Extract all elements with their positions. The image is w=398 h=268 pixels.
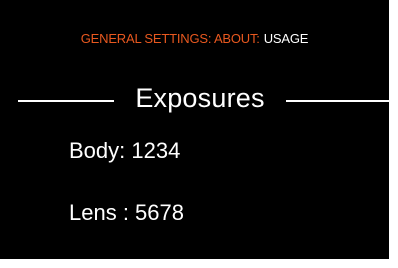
body-exposure-count: Body: 1234 xyxy=(69,138,181,163)
title-divider-left xyxy=(18,100,114,102)
breadcrumb-current: USAGE xyxy=(263,31,309,46)
camera-screen: GENERAL SETTINGS: ABOUT: USAGE Exposures … xyxy=(0,0,389,259)
page-title: Exposures xyxy=(135,83,265,113)
lens-exposure-count: Lens : 5678 xyxy=(69,200,184,225)
breadcrumb-path: GENERAL SETTINGS: ABOUT: xyxy=(80,31,260,46)
breadcrumb: GENERAL SETTINGS: ABOUT: USAGE xyxy=(0,31,389,46)
section-header: Exposures xyxy=(0,80,389,116)
title-divider-right xyxy=(286,100,389,102)
